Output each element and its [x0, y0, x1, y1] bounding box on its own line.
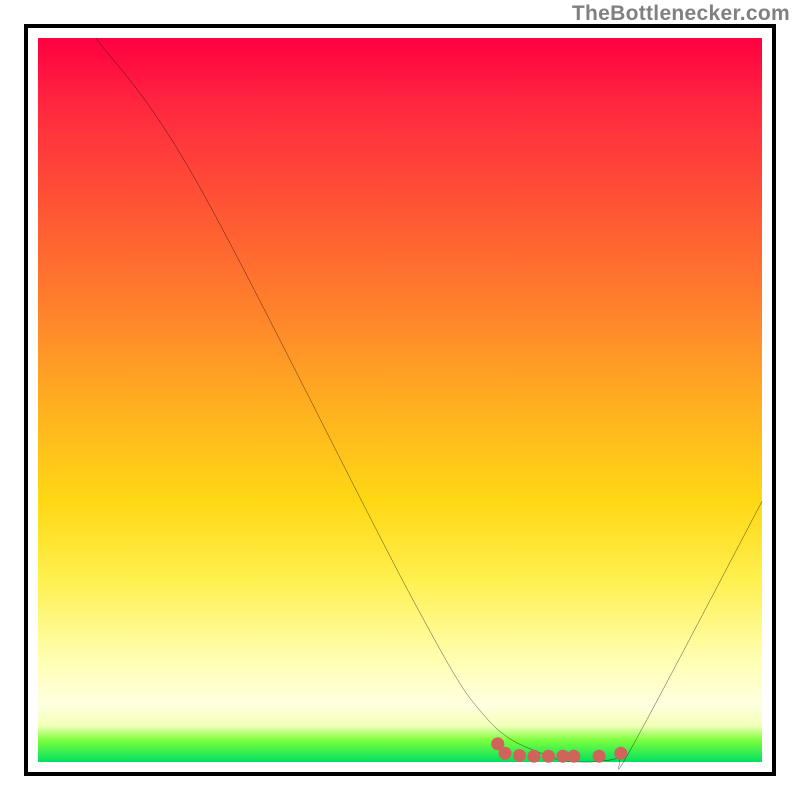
bottleneck-curve [96, 38, 762, 769]
chart-frame [24, 24, 776, 776]
chart-root: TheBottlenecker.com [0, 0, 800, 800]
marker-dot [567, 750, 580, 763]
plot-area [38, 38, 762, 762]
marker-dot [527, 750, 540, 763]
attribution-label: TheBottlenecker.com [572, 2, 790, 26]
chart-gutter [28, 28, 772, 772]
marker-dot [542, 750, 555, 763]
bottom-dots [491, 737, 627, 762]
chart-svg [38, 38, 762, 762]
marker-dot [498, 747, 511, 760]
marker-dot [593, 750, 606, 763]
marker-dot [513, 749, 526, 762]
marker-dot [614, 747, 627, 760]
